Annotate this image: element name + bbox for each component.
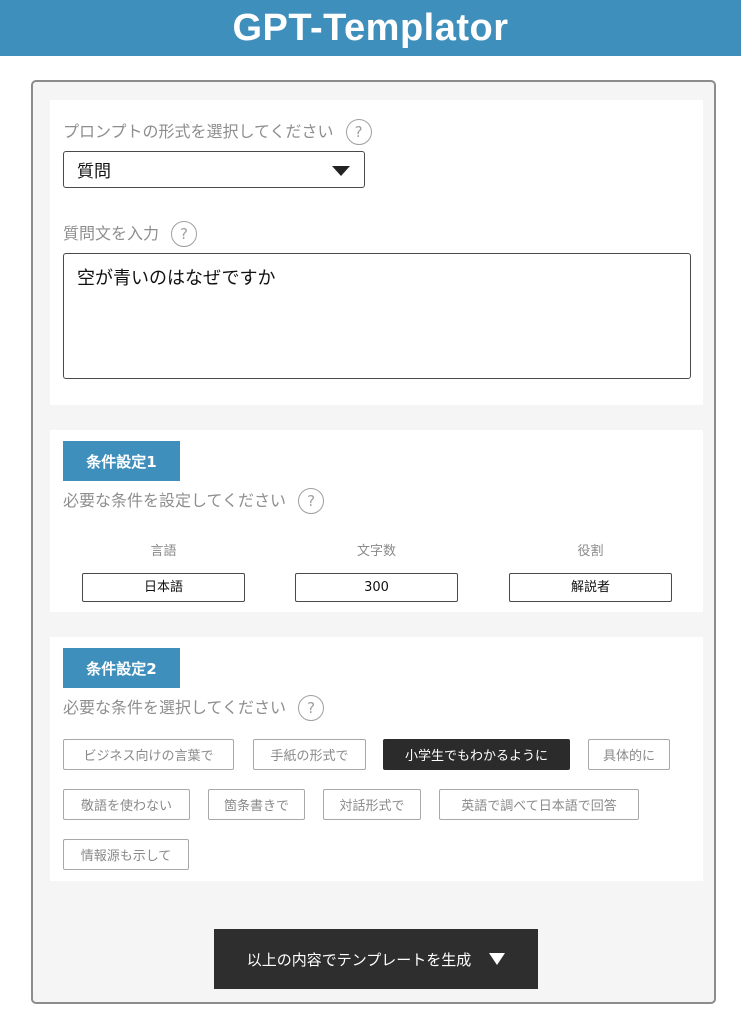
condition-char-count: 文字数 300 — [295, 542, 458, 602]
generate-template-button[interactable]: 以上の内容でテンプレートを生成 — [214, 929, 538, 989]
prompt-format-select[interactable]: 質問 — [63, 151, 365, 188]
help-icon[interactable]: ? — [171, 221, 198, 247]
question-textarea[interactable]: 空が青いのはなぜですか — [63, 253, 691, 379]
conditions2-badge: 条件設定2 — [63, 648, 180, 688]
tag-bullets[interactable]: 箇条書きで — [208, 789, 305, 820]
tag-business[interactable]: ビジネス向けの言葉で — [63, 739, 234, 770]
tag-english-research[interactable]: 英語で調べて日本語で回答 — [439, 789, 639, 820]
generate-button-label: 以上の内容でテンプレートを生成 — [246, 950, 472, 969]
conditions1-panel: 条件設定1 必要な条件を設定してください ? 言語 日本語 文字数 300 役割… — [50, 430, 703, 612]
caret-down-icon — [332, 166, 350, 176]
conditions1-instruction: 必要な条件を設定してください — [63, 491, 287, 510]
prompt-format-selected: 質問 — [77, 162, 111, 182]
prompt-panel: プロンプトの形式を選択してください ? 質問 質問文を入力 ? 空が青いのはなぜ… — [50, 100, 703, 405]
conditions2-instruction-row: 必要な条件を選択してください ? — [63, 694, 325, 722]
tag-letter[interactable]: 手紙の形式で — [253, 739, 366, 770]
tag-sources[interactable]: 情報源も示して — [63, 839, 189, 870]
question-label: 質問文を入力 — [63, 224, 160, 243]
condition-char-count-label: 文字数 — [356, 544, 396, 559]
conditions1-badge: 条件設定1 — [63, 441, 180, 481]
main-frame: プロンプトの形式を選択してください ? 質問 質問文を入力 ? 空が青いのはなぜ… — [31, 80, 716, 1004]
condition-language-input[interactable]: 日本語 — [82, 573, 245, 602]
condition-role: 役割 解説者 — [509, 542, 672, 602]
app-header: GPT-Templator — [0, 0, 741, 56]
help-icon[interactable]: ? — [298, 695, 325, 721]
app-title: GPT-Templator — [232, 6, 509, 49]
prompt-format-label: プロンプトの形式を選択してください — [63, 122, 334, 141]
help-icon[interactable]: ? — [298, 488, 325, 514]
conditions1-instruction-row: 必要な条件を設定してください ? — [63, 487, 325, 515]
condition-role-label: 役割 — [577, 544, 604, 559]
conditions2-panel: 条件設定2 必要な条件を選択してください ? ビジネス向けの言葉で 手紙の形式で… — [50, 637, 703, 881]
condition-char-count-input[interactable]: 300 — [295, 573, 458, 602]
help-icon[interactable]: ? — [345, 119, 372, 145]
triangle-down-icon — [489, 953, 506, 965]
prompt-format-label-row: プロンプトの形式を選択してください ? — [63, 118, 372, 146]
tag-no-keigo[interactable]: 敬語を使わない — [63, 789, 190, 820]
condition-language-label: 言語 — [150, 544, 177, 559]
condition-language: 言語 日本語 — [82, 542, 245, 602]
tag-dialogue[interactable]: 対話形式で — [323, 789, 421, 820]
conditions2-instruction: 必要な条件を選択してください — [63, 698, 287, 717]
tag-concrete[interactable]: 具体的に — [588, 739, 670, 770]
tag-elementary[interactable]: 小学生でもわかるように — [383, 739, 570, 770]
question-label-row: 質問文を入力 ? — [63, 220, 198, 248]
condition-role-input[interactable]: 解説者 — [509, 573, 672, 602]
